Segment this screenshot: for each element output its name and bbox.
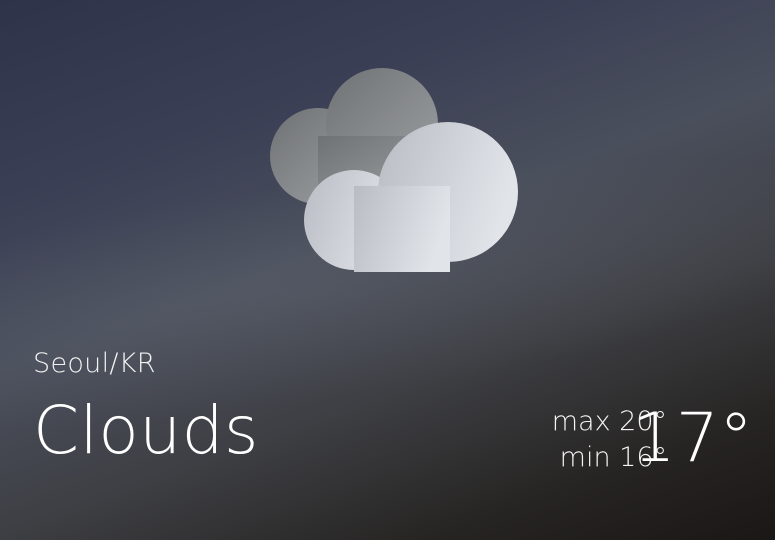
weather-condition: Clouds [33,392,259,469]
weather-card: Seoul/KR Clouds max 20° min 16° 17° [0,0,775,540]
location-label: Seoul/KR [33,348,156,379]
current-temperature: 17° [632,399,753,478]
clouds-icon [270,68,518,272]
